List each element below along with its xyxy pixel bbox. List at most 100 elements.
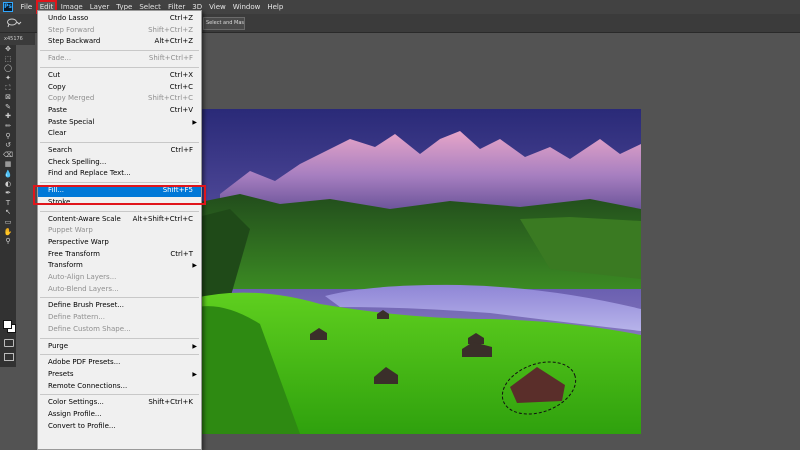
menu-item-define-brush-preset[interactable]: Define Brush Preset... bbox=[38, 300, 201, 312]
menu-item-perspective-warp[interactable]: Perspective Warp bbox=[38, 237, 201, 249]
menu-item-fade[interactable]: Fade... Shift+Ctrl+F bbox=[38, 53, 201, 65]
menu-separator bbox=[40, 66, 199, 68]
menu-item-paste[interactable]: Paste Ctrl+V bbox=[38, 105, 201, 117]
menu-item-label: Content-Aware Scale bbox=[48, 214, 121, 223]
menu-separator bbox=[40, 182, 199, 184]
menu-item-label: Copy bbox=[48, 82, 66, 91]
menu-item-step-backward[interactable]: Step Backward Alt+Ctrl+Z bbox=[38, 36, 201, 48]
healing-brush-tool-icon[interactable]: ✚ bbox=[0, 112, 16, 122]
menu-item-clear[interactable]: Clear bbox=[38, 128, 201, 140]
menu-item-label: Free Transform bbox=[48, 249, 100, 258]
menu-item-paste-special[interactable]: Paste Special ▶ bbox=[38, 117, 201, 129]
menu-separator bbox=[40, 337, 199, 339]
quick-mask-icon[interactable] bbox=[4, 339, 14, 347]
path-select-tool-icon[interactable]: ↖ bbox=[0, 208, 16, 218]
menu-item-label: Purge bbox=[48, 341, 69, 350]
menu-separator bbox=[40, 210, 199, 212]
menu-item-auto-align-layers[interactable]: Auto-Align Layers... bbox=[38, 272, 201, 284]
menu-item-shortcut: Ctrl+X bbox=[169, 70, 193, 79]
menu-item-shortcut: Alt+Shift+Ctrl+C bbox=[132, 214, 193, 223]
type-tool-icon[interactable]: T bbox=[0, 199, 16, 209]
eraser-tool-icon[interactable]: ⌫ bbox=[0, 151, 16, 161]
menu-item-remote-connections[interactable]: Remote Connections... bbox=[38, 381, 201, 393]
menu-item-step-forward[interactable]: Step Forward Shift+Ctrl+Z bbox=[38, 25, 201, 37]
menu-separator bbox=[40, 354, 199, 356]
menu-item-label: Paste bbox=[48, 105, 67, 114]
lasso-tool-icon[interactable]: ◯ bbox=[0, 64, 16, 74]
menu-item-content-aware-scale[interactable]: Content-Aware Scale Alt+Shift+Ctrl+C bbox=[38, 214, 201, 226]
screen-mode-icon[interactable] bbox=[4, 353, 14, 361]
menu-item-shortcut: Ctrl+T bbox=[170, 249, 193, 258]
menu-item-shortcut: Alt+Ctrl+Z bbox=[154, 37, 193, 46]
menu-item-free-transform[interactable]: Free Transform Ctrl+T bbox=[38, 249, 201, 261]
menu-separator bbox=[40, 142, 199, 143]
menu-item-check-spelling[interactable]: Check Spelling... bbox=[38, 157, 201, 169]
menu-view[interactable]: View bbox=[206, 0, 230, 14]
history-brush-tool-icon[interactable]: ↺ bbox=[0, 141, 16, 151]
menu-item-copy[interactable]: Copy Ctrl+C bbox=[38, 82, 201, 94]
rectangle-tool-icon[interactable]: ▭ bbox=[0, 218, 16, 228]
menu-item-color-settings[interactable]: Color Settings... Shift+Ctrl+K bbox=[38, 397, 201, 409]
menu-item-puppet-warp[interactable]: Puppet Warp bbox=[38, 225, 201, 237]
menu-item-label: Presets bbox=[48, 369, 74, 378]
clone-stamp-tool-icon[interactable]: ⚲ bbox=[0, 131, 16, 141]
menu-item-convert-to-profile[interactable]: Convert to Profile... bbox=[38, 421, 201, 433]
document-canvas[interactable] bbox=[190, 109, 641, 434]
menu-item-find-and-replace-text[interactable]: Find and Replace Text... bbox=[38, 168, 201, 180]
menu-item-label: Stroke... bbox=[48, 197, 77, 206]
menu-item-transform[interactable]: Transform ▶ bbox=[38, 260, 201, 272]
document-tab[interactable]: x45176 bbox=[0, 33, 35, 45]
move-tool-icon[interactable]: ✥ bbox=[0, 45, 16, 55]
menu-item-shortcut: Ctrl+C bbox=[169, 82, 193, 91]
edit-menu-dropdown: Undo Lasso Ctrl+Z Step Forward Shift+Ctrl+Z… bbox=[37, 10, 202, 450]
crop-tool-icon[interactable]: ⛶ bbox=[0, 83, 16, 93]
foreground-color-swatch[interactable] bbox=[3, 320, 12, 329]
menu-item-stroke[interactable]: Stroke... bbox=[38, 197, 201, 209]
menu-item-undo-lasso[interactable]: Undo Lasso Ctrl+Z bbox=[38, 13, 201, 25]
menu-item-label: Paste Special bbox=[48, 117, 95, 126]
lasso-tool-preset-icon[interactable] bbox=[6, 18, 24, 28]
zoom-tool-icon[interactable]: ⚲ bbox=[0, 237, 16, 247]
hand-tool-icon[interactable]: ✋ bbox=[0, 227, 16, 237]
menu-item-auto-blend-layers[interactable]: Auto-Blend Layers... bbox=[38, 284, 201, 296]
menu-item-fill[interactable]: Fill... Shift+F5 bbox=[38, 185, 201, 197]
menu-file[interactable]: File bbox=[17, 0, 36, 14]
quick-select-tool-icon[interactable]: ✦ bbox=[0, 74, 16, 84]
menu-item-copy-merged[interactable]: Copy Merged Shift+Ctrl+C bbox=[38, 93, 201, 105]
menu-item-adobe-pdf-presets[interactable]: Adobe PDF Presets... bbox=[38, 357, 201, 369]
menu-item-label: Fade... bbox=[48, 54, 72, 63]
menu-item-label: Copy Merged bbox=[48, 94, 95, 103]
menu-item-label: Remote Connections... bbox=[48, 381, 128, 390]
dodge-tool-icon[interactable]: ◐ bbox=[0, 179, 16, 189]
landscape-image bbox=[190, 109, 641, 434]
menu-item-label: Find and Replace Text... bbox=[48, 169, 131, 178]
menu-item-label: Define Pattern... bbox=[48, 313, 105, 322]
menu-item-search[interactable]: Search Ctrl+F bbox=[38, 145, 201, 157]
eyedropper-tool-icon[interactable]: ✎ bbox=[0, 103, 16, 113]
gradient-tool-icon[interactable]: ▦ bbox=[0, 160, 16, 170]
submenu-arrow-icon: ▶ bbox=[192, 370, 197, 378]
menu-item-label: Color Settings... bbox=[48, 398, 104, 407]
menu-item-label: Step Forward bbox=[48, 25, 95, 34]
submenu-arrow-icon: ▶ bbox=[192, 118, 197, 126]
menu-item-define-custom-shape[interactable]: Define Custom Shape... bbox=[38, 324, 201, 336]
menu-help[interactable]: Help bbox=[264, 0, 287, 14]
menu-item-label: Transform bbox=[48, 261, 83, 270]
brush-tool-icon[interactable]: ✏ bbox=[0, 122, 16, 132]
menu-item-cut[interactable]: Cut Ctrl+X bbox=[38, 70, 201, 82]
menu-item-define-pattern[interactable]: Define Pattern... bbox=[38, 312, 201, 324]
menu-item-purge[interactable]: Purge ▶ bbox=[38, 341, 201, 353]
menu-item-presets[interactable]: Presets ▶ bbox=[38, 369, 201, 381]
pen-tool-icon[interactable]: ✒ bbox=[0, 189, 16, 199]
menu-item-label: Check Spelling... bbox=[48, 157, 107, 166]
menu-item-label: Define Custom Shape... bbox=[48, 324, 131, 333]
photoshop-logo-icon: Ps bbox=[3, 2, 13, 12]
select-and-mask-button[interactable]: Select and Mask... bbox=[203, 17, 245, 30]
blur-tool-icon[interactable]: 💧 bbox=[0, 170, 16, 180]
menu-item-assign-profile[interactable]: Assign Profile... bbox=[38, 409, 201, 421]
menu-item-shortcut: Ctrl+Z bbox=[169, 14, 193, 22]
menu-window[interactable]: Window bbox=[229, 0, 264, 14]
marquee-tool-icon[interactable]: ⬚ bbox=[0, 55, 16, 65]
frame-tool-icon[interactable]: ⊠ bbox=[0, 93, 16, 103]
menu-item-label: Fill... bbox=[48, 186, 65, 195]
